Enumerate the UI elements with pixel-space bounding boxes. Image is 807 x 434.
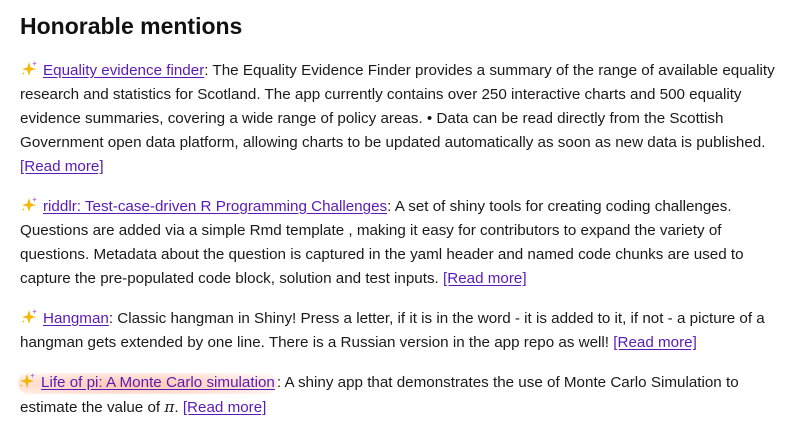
sparkles-icon xyxy=(20,60,38,78)
entry-hangman: Hangman: Classic hangman in Shiny! Press… xyxy=(20,307,788,355)
pi-symbol: π xyxy=(164,398,175,416)
entry-list: Equality evidence finder: The Equality E… xyxy=(18,59,788,420)
article-section: Honorable mentions Equality evidence fin… xyxy=(0,0,807,420)
entry-riddlr: riddlr: Test-case-driven R Programming C… xyxy=(20,195,788,291)
entry-title-link[interactable]: Life of pi: A Monte Carlo simulation xyxy=(41,374,275,391)
entry-title-link[interactable]: riddlr: Test-case-driven R Programming C… xyxy=(43,198,387,215)
read-more-link[interactable]: [Read more] xyxy=(183,399,267,416)
read-more-link[interactable]: [Read more] xyxy=(443,270,527,287)
highlighted-title: Life of pi: A Monte Carlo simulation xyxy=(18,373,277,394)
sparkles-icon xyxy=(18,372,36,390)
entry-life-of-pi: Life of pi: A Monte Carlo simulation: A … xyxy=(18,371,788,420)
entry-description-end: . xyxy=(174,399,179,416)
sparkles-icon xyxy=(20,196,38,214)
read-more-link[interactable]: [Read more] xyxy=(20,158,104,175)
sparkles-icon xyxy=(20,308,38,326)
entry-title-link[interactable]: Equality evidence finder xyxy=(43,62,204,79)
read-more-link[interactable]: [Read more] xyxy=(613,334,697,351)
entry-title-link[interactable]: Hangman xyxy=(43,310,109,327)
section-heading: Honorable mentions xyxy=(20,13,243,39)
entry-equality-evidence-finder: Equality evidence finder: The Equality E… xyxy=(20,59,788,179)
